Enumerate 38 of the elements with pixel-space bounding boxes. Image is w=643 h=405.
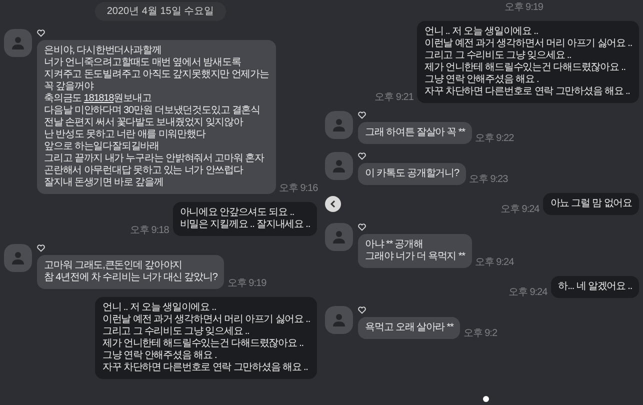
message-time: 오후 9:24 (474, 257, 514, 268)
heart-icon[interactable] (358, 223, 366, 231)
message-time: 오후 9:23 (468, 174, 508, 185)
message-bubble: 그래 하여튼 잘살아 꼭 ** (358, 122, 472, 144)
message-time: 오후 9:24 (500, 204, 540, 215)
person-icon (332, 313, 346, 327)
heart-icon[interactable] (358, 306, 366, 314)
message-bubble: 은비야, 다시한번더사과할께 너가 언니죽으려고할때도 매번 옆에서 밤새도록 지켜주고 돈도빌려주고 아직도 갚지못했지만 언제가는 꼭 갚을꺼야 축의금도 181818원보내고 다음날 미안하다며 30만원 더보냈던것도있고 결혼식 전날 손편지 써서 꽃다발도 보내줬었지 잊지않아 난 반성도 못하고 너란 애를 미워만했다 앞으로 하는일다잘되길바래 그리고 끝까지 내가 누구라는 안밝혀줘서 고마워 혼자 곤란해서 아무런대답 못하고 있는 너가 안쓰럽다 잘지내 돈생기면 바로 갚을께 (37, 40, 276, 194)
message-bubble: 고마워 그래도,큰돈인데 갚아야지 참 4년전에 차 수리비는 너가 대신 갚았니? (37, 255, 224, 289)
message-time: 오후 9:16 (278, 183, 318, 194)
heart-icon[interactable] (358, 152, 366, 160)
heart-icon[interactable] (358, 111, 366, 119)
page-indicator-icon[interactable] (483, 396, 489, 402)
message-bubble: 아뇨 그럴 맘 없어요 (543, 193, 639, 215)
message-time: 오후 9:19 (504, 2, 543, 13)
heart-icon[interactable] (37, 29, 45, 37)
date-pill: 2020년 4월 15일 수요일 (94, 2, 226, 21)
message-time: 오후 9:2 (463, 328, 498, 339)
message-bubble: 아냐 ** 공개해 그래야 너가 더 욕먹지 ** (358, 234, 472, 268)
message-time: 오후 9:19 (227, 278, 266, 289)
heart-icon[interactable] (37, 244, 45, 252)
message-bubble: 이 카톡도 공개할거니? (358, 163, 466, 185)
message-bubble: 언니 .. 저 오늘 생일이에요 .. 이런날 예전 과거 생각하면서 머리 아프기 싫어요 .. 그리고 그 수리비도 그냥 잊으세요 .. 제가 언니한테 해드릴수있는건 다해드렸잖아요 .. 그냥 연락 안해주셨음 해요 . 자꾸 차단하면 다른번호로 연락 그만하셨음 해요 .. (95, 297, 317, 379)
person-icon (332, 159, 346, 173)
message-bubble: 욕먹고 오래 살아라 ** (358, 317, 460, 339)
person-icon (11, 36, 25, 50)
message-time: 오후 9:22 (474, 133, 514, 144)
chevron-left-icon (329, 200, 337, 208)
person-icon (332, 230, 346, 244)
person-icon (11, 251, 25, 265)
person-icon (332, 118, 346, 132)
message-bubble: 아니에요 안갚으셔도 되요 .. 비밀은 지킬께요 .. 잘지내세요 .. (172, 202, 317, 236)
message-time: 오후 9:24 (508, 287, 548, 298)
message-bubble: 언니 .. 저 오늘 생일이에요 .. 이런날 예전 과거 생각하면서 머리 아프기 싫어요 .. 그리고 그 수리비도 그냥 잊으세요 .. 제가 언니한테 해드릴수있는건 다해드렸잖아요 .. 그냥 연락 안해주셨음 해요 . 자꾸 차단하면 다른번호로 연락 그만하셨음 해요 .. (417, 21, 639, 103)
back-button[interactable] (325, 196, 341, 212)
message-time: 오후 9:21 (374, 92, 414, 103)
message-time: 오후 9:18 (130, 225, 169, 236)
message-bubble: 하... 네 알겠어요 .. (551, 276, 639, 298)
